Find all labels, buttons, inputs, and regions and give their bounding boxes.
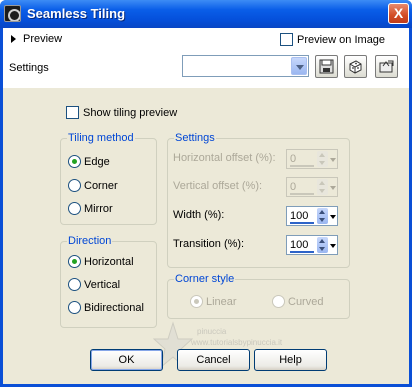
dialog-client: Preview Preview on Image Settings Show t… [3, 28, 409, 384]
radio-label: Vertical [84, 278, 121, 291]
chevron-down-icon[interactable] [329, 237, 337, 253]
settings-group: Settings Horizontal offset (%): 0 Vertic… [167, 132, 350, 268]
reset-defaults-icon [379, 60, 394, 73]
radio-label: Bidirectional [84, 301, 144, 314]
spinner-value: 100 [290, 210, 309, 222]
spinner-value: 100 [290, 239, 309, 251]
settings-group-title: Settings [174, 132, 216, 144]
spinner-underline [290, 165, 314, 167]
spinner-value: 0 [290, 153, 297, 165]
radio-button[interactable] [190, 295, 203, 308]
radio-curved[interactable]: Curved [272, 295, 323, 308]
radio-label: Horizontal [84, 255, 134, 268]
expand-arrow-icon[interactable] [11, 35, 16, 43]
preview-on-image-label: Preview on Image [297, 33, 386, 46]
ok-button[interactable]: OK [90, 349, 163, 371]
save-preset-button[interactable] [315, 55, 338, 78]
radio-button[interactable] [68, 179, 81, 192]
corner-style-group: Corner style Linear Curved [167, 273, 350, 319]
corner-style-title: Corner style [174, 273, 236, 285]
spin-arrows-icon[interactable] [317, 208, 328, 224]
radio-label: Edge [84, 155, 110, 168]
preview-label: Preview [23, 33, 63, 45]
horizontal-offset-spinner[interactable]: 0 [286, 149, 338, 169]
radio-label: Corner [84, 179, 118, 192]
radio-button[interactable] [68, 278, 81, 291]
radio-corner[interactable]: Corner [68, 179, 118, 192]
window-title: Seamless Tiling [27, 6, 126, 21]
radio-label: Linear [206, 295, 237, 308]
radio-button[interactable] [68, 155, 81, 168]
horizontal-offset-label: Horizontal offset (%): [173, 152, 276, 164]
dice-icon [349, 60, 362, 74]
spinner-underline [290, 251, 314, 253]
settings-label: Settings [9, 62, 49, 74]
radio-button[interactable] [68, 202, 81, 215]
spin-arrows-icon[interactable] [317, 151, 328, 167]
direction-group: Direction Horizontal Vertical Bidirectio… [60, 235, 157, 328]
vertical-offset-label: Vertical offset (%): [173, 180, 263, 192]
radio-button[interactable] [272, 295, 285, 308]
show-tiling-preview-checkbox[interactable]: Show tiling preview [66, 106, 177, 119]
radio-edge[interactable]: Edge [68, 155, 110, 168]
show-tiling-preview-label: Show tiling preview [83, 106, 178, 119]
watermark-line-1: pinuccia [197, 327, 227, 336]
title-bar[interactable]: Seamless Tiling X [0, 0, 412, 28]
transition-label: Transition (%): [173, 238, 245, 250]
cancel-button[interactable]: Cancel [177, 349, 250, 371]
width-label: Width (%): [173, 209, 225, 221]
chevron-down-icon[interactable] [329, 179, 337, 195]
preview-toggle[interactable]: Preview [11, 33, 62, 45]
preview-toolbar: Preview Preview on Image Settings [3, 28, 409, 88]
spin-arrows-icon[interactable] [317, 237, 328, 253]
width-spinner[interactable]: 100 [286, 206, 338, 226]
watermark-line-2: www.tutorialsbypinuccia.it [191, 338, 283, 347]
chevron-down-icon[interactable] [329, 208, 337, 224]
app-icon [4, 5, 21, 22]
checkbox-box[interactable] [66, 106, 79, 119]
radio-mirror[interactable]: Mirror [68, 202, 113, 215]
spinner-underline [290, 222, 314, 224]
help-button[interactable]: Help [254, 349, 327, 371]
radio-button[interactable] [68, 255, 81, 268]
tiling-method-group: Tiling method Edge Corner Mirror [60, 132, 157, 225]
checkbox-box[interactable] [280, 33, 293, 46]
randomize-button[interactable] [344, 55, 367, 78]
settings-preset-dropdown[interactable] [182, 55, 309, 77]
spin-arrows-icon[interactable] [317, 179, 328, 195]
transition-spinner[interactable]: 100 [286, 235, 338, 255]
vertical-offset-spinner[interactable]: 0 [286, 177, 338, 197]
radio-label: Mirror [84, 202, 113, 215]
radio-button[interactable] [68, 301, 81, 314]
close-button[interactable]: X [388, 3, 409, 24]
spinner-value: 0 [290, 181, 297, 193]
floppy-disk-icon [319, 59, 334, 74]
preview-on-image-checkbox[interactable]: Preview on Image [280, 33, 385, 46]
tiling-method-title: Tiling method [67, 132, 135, 144]
dialog-window: Seamless Tiling X Preview Preview on Ima… [0, 0, 412, 387]
reset-button[interactable] [375, 55, 398, 78]
radio-linear[interactable]: Linear [190, 295, 237, 308]
direction-title: Direction [67, 235, 113, 247]
chevron-down-icon[interactable] [291, 57, 307, 75]
radio-vertical[interactable]: Vertical [68, 278, 120, 291]
radio-label: Curved [288, 295, 324, 308]
chevron-down-icon[interactable] [329, 151, 337, 167]
radio-bidirectional[interactable]: Bidirectional [68, 301, 144, 314]
spinner-underline [290, 193, 314, 195]
radio-horizontal[interactable]: Horizontal [68, 255, 134, 268]
